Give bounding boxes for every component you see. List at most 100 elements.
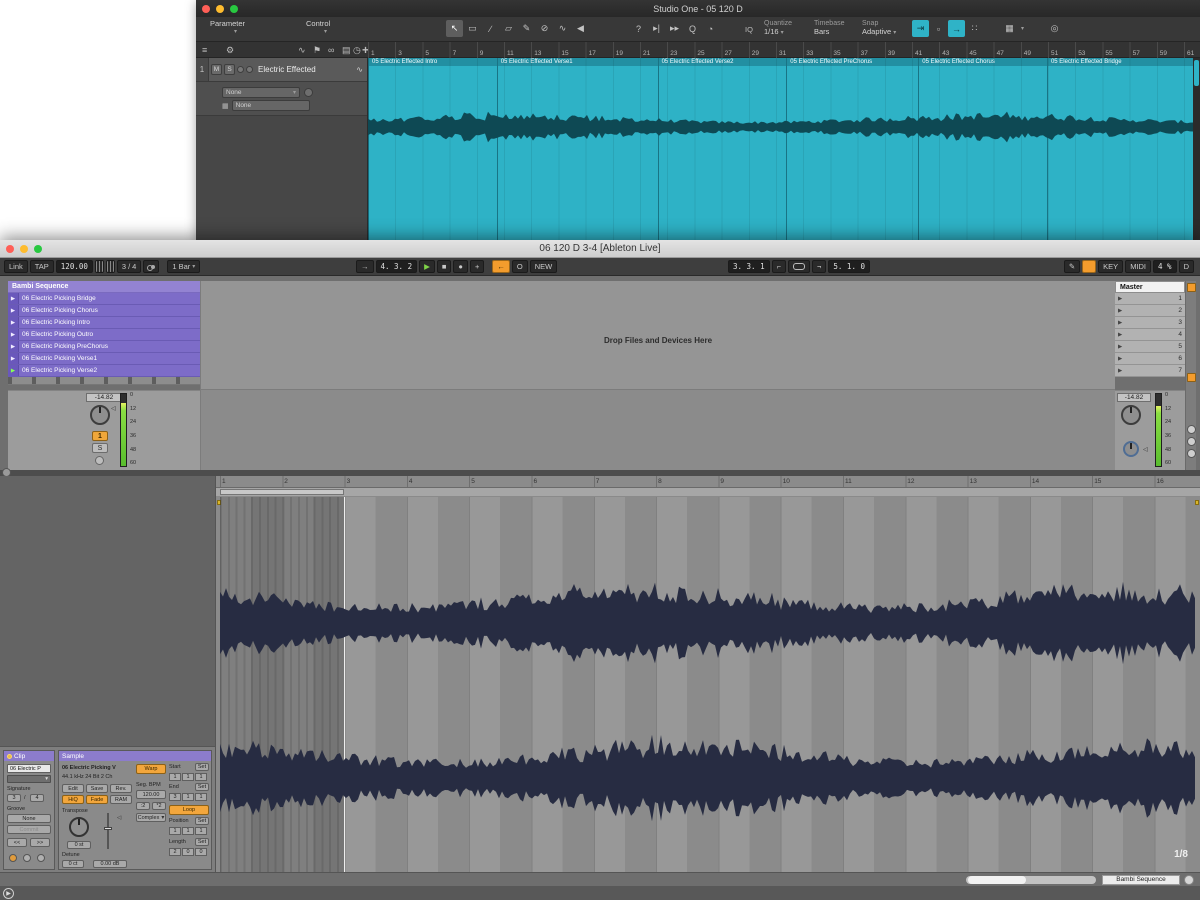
autoplay-icon[interactable]: ▸| (648, 20, 665, 37)
arm-button[interactable] (95, 456, 104, 465)
scrollbar-handle[interactable] (968, 876, 1026, 884)
bend-tool-button[interactable]: ∿ (554, 20, 571, 37)
scene-launch-button[interactable]: ▶ (1118, 344, 1122, 350)
length-value[interactable]: 2 0 0 (169, 848, 207, 856)
clip-gain-slider[interactable] (107, 813, 109, 849)
arrangement-clip[interactable]: 05 Electric Effected PreChorus (786, 58, 918, 240)
scene-launch-button[interactable]: ▶ (1118, 368, 1122, 374)
commit-button[interactable]: Commit (7, 825, 51, 834)
track-activator-button[interactable]: 1 (92, 431, 108, 441)
stop-button[interactable]: ■ (437, 260, 452, 273)
quantize-dropdown[interactable]: Quantize 1/16▾ (764, 20, 792, 37)
seg-bpm-value[interactable]: 120.00 (136, 790, 166, 799)
instrument-selector[interactable]: None (232, 100, 310, 111)
track-volume-value[interactable]: -14.82 (86, 393, 122, 402)
position-set-button[interactable]: Set (195, 817, 209, 825)
master-pan-knob[interactable] (1121, 405, 1141, 425)
sends-show-toggle[interactable] (1187, 437, 1196, 446)
scene-menu-button[interactable] (1184, 875, 1194, 885)
loop-brace[interactable] (220, 489, 344, 495)
help-button[interactable]: ? (630, 20, 647, 37)
master-volume-value[interactable]: -14.82 (1117, 393, 1151, 402)
position-beat[interactable]: 1 (182, 827, 194, 835)
wrench-icon[interactable]: ⚙ (226, 45, 234, 56)
insert-power-button[interactable] (304, 88, 313, 97)
clip-color-dot[interactable] (7, 754, 12, 759)
timeline-ruler[interactable]: 1357911131517192123252729313335373941434… (368, 42, 1192, 58)
grid-view-button[interactable]: ▦ (1001, 20, 1018, 37)
range-tool-button[interactable]: ▭ (464, 20, 481, 37)
new-button[interactable]: NEW (530, 260, 558, 273)
scene-launch-button[interactable]: ▶ (1118, 308, 1122, 314)
clip-gain-value[interactable]: 0.00 dB (93, 860, 127, 868)
horizontal-scrollbar[interactable] (966, 876, 1096, 884)
session-clip[interactable]: ▶06 Electric Picking Chorus (8, 305, 200, 317)
monitor-button[interactable] (246, 66, 253, 73)
quantize-toggle-button[interactable]: Q (684, 20, 701, 37)
loop-start-display[interactable]: 3. 3. 1 (728, 260, 770, 273)
solo-button[interactable]: S (92, 443, 108, 453)
start-beat[interactable]: 1 (182, 773, 194, 781)
crossfader-view-toggle[interactable] (1187, 283, 1196, 292)
start-bar[interactable]: 1 (169, 773, 181, 781)
length-bar[interactable]: 2 (169, 848, 181, 856)
arrangement-clip[interactable]: 05 Electric Effected Chorus (918, 58, 1047, 240)
clip-launch-button[interactable]: ▶ (8, 353, 19, 364)
detune-value[interactable]: 0 ct (62, 860, 84, 868)
start-sixteenth[interactable]: 1 (195, 773, 207, 781)
clip-launch-button[interactable]: ▶ (8, 305, 19, 316)
clip-launch-button[interactable]: ▶ (8, 341, 19, 352)
automation-icon[interactable]: ∿ (298, 45, 306, 56)
end-value[interactable]: 3 1 1 (169, 793, 207, 801)
record-arm-button[interactable] (237, 66, 244, 73)
clip-launch-button[interactable]: ▶ (8, 329, 19, 340)
position-bar[interactable]: 1 (169, 827, 181, 835)
groove-selector[interactable]: None (7, 814, 51, 823)
punch-in-button[interactable]: ⌐ (772, 260, 786, 273)
selected-scene-name[interactable]: Bambi Sequence (1102, 875, 1180, 885)
session-clip[interactable]: ▶06 Electric Picking Verse2 (8, 365, 200, 377)
length-beat[interactable]: 0 (182, 848, 194, 856)
macro-controls-icon[interactable]: ◎ (1046, 20, 1063, 37)
play-button[interactable]: ▶ (419, 260, 435, 273)
arrangement-clip[interactable]: 05 Electric Effected Verse1 (497, 58, 658, 240)
punch-out-button[interactable]: ¬ (812, 260, 826, 273)
arrangement-position-display[interactable]: 4. 3. 2 (376, 260, 418, 273)
erase-tool-button[interactable]: ▱ (500, 20, 517, 37)
start-value[interactable]: 1 1 1 (169, 773, 207, 781)
end-sixteenth[interactable]: 1 (195, 793, 207, 801)
launch-box-toggle[interactable] (9, 854, 17, 862)
follow-actions-indicator[interactable] (1082, 260, 1096, 273)
nudge-down-button[interactable] (95, 260, 104, 273)
arrangement-clip[interactable]: 05 Electric Effected Intro (368, 58, 497, 240)
scene-launch-button[interactable]: ▶ (1118, 320, 1122, 326)
transpose-knob[interactable] (69, 817, 89, 837)
cursor-follow-button[interactable]: → (948, 20, 965, 37)
vertical-scrollbar[interactable] (1193, 58, 1200, 240)
transpose-value[interactable]: 0 st (67, 841, 91, 849)
parameter-dropdown[interactable]: Parameter ▾ (210, 20, 245, 36)
arrangement-clip[interactable]: 05 Electric Effected Verse2 (658, 58, 787, 240)
pan-knob[interactable] (90, 405, 110, 425)
sample-editor-panel[interactable]: 12345678910111213141516 1/8 (215, 476, 1200, 872)
track-header[interactable]: 1 M S Electric Effected ∿ (196, 58, 367, 82)
loop-switch[interactable] (788, 260, 810, 273)
warp-button[interactable]: Warp (136, 764, 166, 774)
scrollbar-handle[interactable] (1194, 60, 1199, 86)
nudge-back-button[interactable]: << (7, 838, 27, 847)
arrangement-clip[interactable]: 05 Electric Effected Bridge (1047, 58, 1193, 240)
loop-brace-row[interactable] (216, 488, 1200, 497)
scene-slot[interactable]: ▶4 (1115, 329, 1185, 341)
fade-button[interactable]: Fade (86, 795, 108, 804)
warp-mode-selector[interactable]: Complex▾ (136, 813, 166, 822)
tempo-display[interactable]: 120.00 (56, 260, 93, 273)
save-button[interactable]: Save (86, 784, 108, 793)
clip-launch-button[interactable]: ▶ (8, 317, 19, 328)
group-track-header[interactable]: Bambi Sequence (8, 281, 200, 293)
clip-stop-buttons-row[interactable] (8, 377, 200, 385)
session-clip[interactable]: ▶06 Electric Picking Intro (8, 317, 200, 329)
reverse-button[interactable]: Rev. (110, 784, 132, 793)
session-clip[interactable]: ▶06 Electric Picking Verse1 (8, 353, 200, 365)
record-button[interactable]: ● (453, 260, 468, 273)
scene-slot[interactable]: ▶1 (1115, 293, 1185, 305)
